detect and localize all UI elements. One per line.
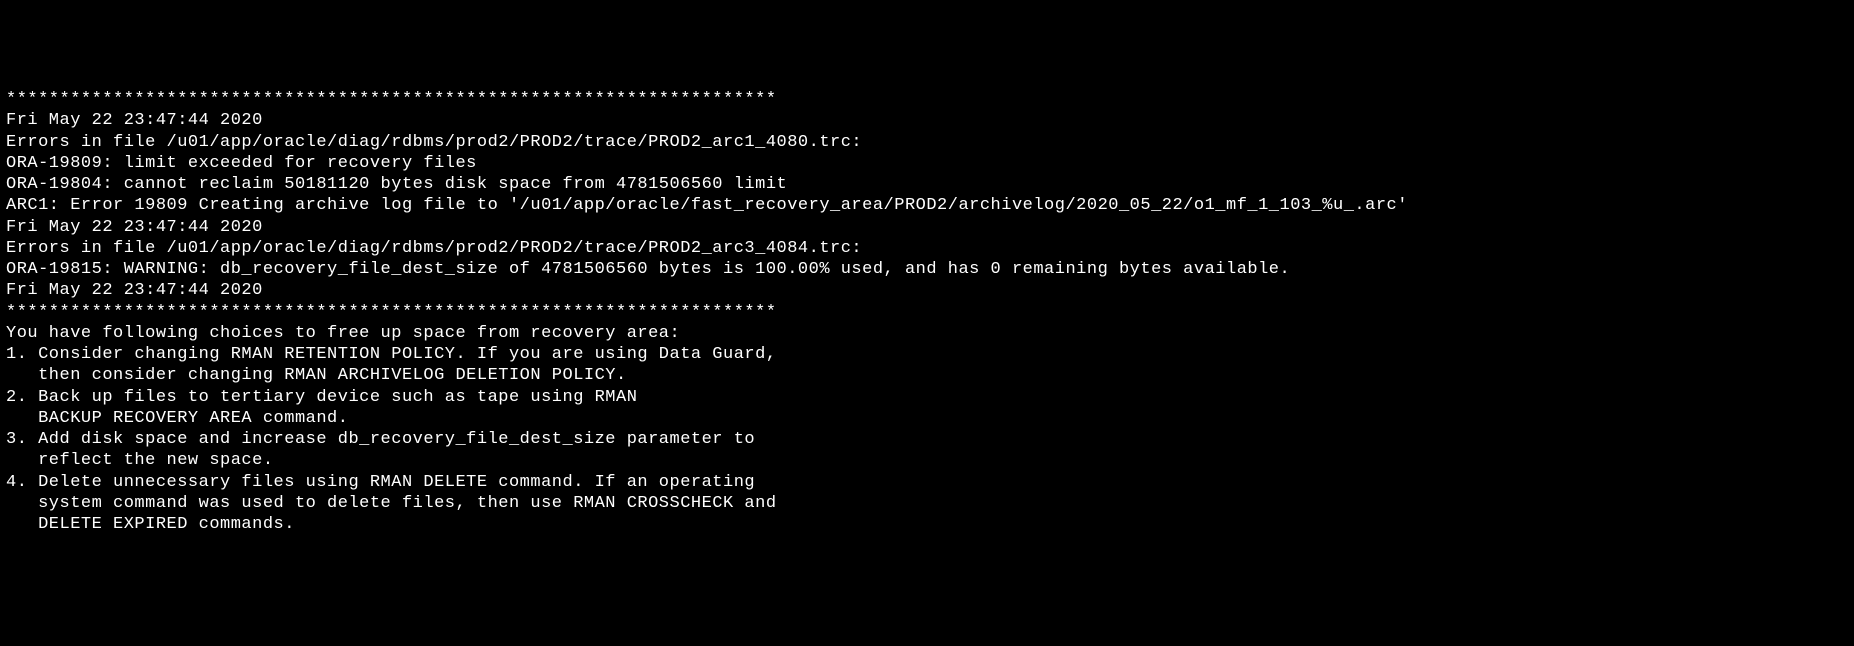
terminal-line: ****************************************… — [6, 89, 1848, 110]
terminal-line: ORA-19809: limit exceeded for recovery f… — [6, 153, 1848, 174]
terminal-line: ARC1: Error 19809 Creating archive log f… — [6, 195, 1848, 216]
terminal-line: Fri May 22 23:47:44 2020 — [6, 280, 1848, 301]
terminal-line: Errors in file /u01/app/oracle/diag/rdbm… — [6, 238, 1848, 259]
terminal-line: You have following choices to free up sp… — [6, 323, 1848, 344]
terminal-line: Errors in file /u01/app/oracle/diag/rdbm… — [6, 132, 1848, 153]
terminal-line: ****************************************… — [6, 302, 1848, 323]
terminal-line: ORA-19815: WARNING: db_recovery_file_des… — [6, 259, 1848, 280]
terminal-line: ORA-19804: cannot reclaim 50181120 bytes… — [6, 174, 1848, 195]
terminal-line: system command was used to delete files,… — [6, 493, 1848, 514]
terminal-line: Fri May 22 23:47:44 2020 — [6, 217, 1848, 238]
terminal-line: DELETE EXPIRED commands. — [6, 514, 1848, 535]
terminal-line: 2. Back up files to tertiary device such… — [6, 387, 1848, 408]
terminal-line: 1. Consider changing RMAN RETENTION POLI… — [6, 344, 1848, 365]
terminal-line: Fri May 22 23:47:44 2020 — [6, 110, 1848, 131]
terminal-output: ****************************************… — [6, 89, 1848, 535]
terminal-line: then consider changing RMAN ARCHIVELOG D… — [6, 365, 1848, 386]
terminal-line: 3. Add disk space and increase db_recove… — [6, 429, 1848, 450]
terminal-line: BACKUP RECOVERY AREA command. — [6, 408, 1848, 429]
terminal-line: 4. Delete unnecessary files using RMAN D… — [6, 472, 1848, 493]
terminal-line: reflect the new space. — [6, 450, 1848, 471]
